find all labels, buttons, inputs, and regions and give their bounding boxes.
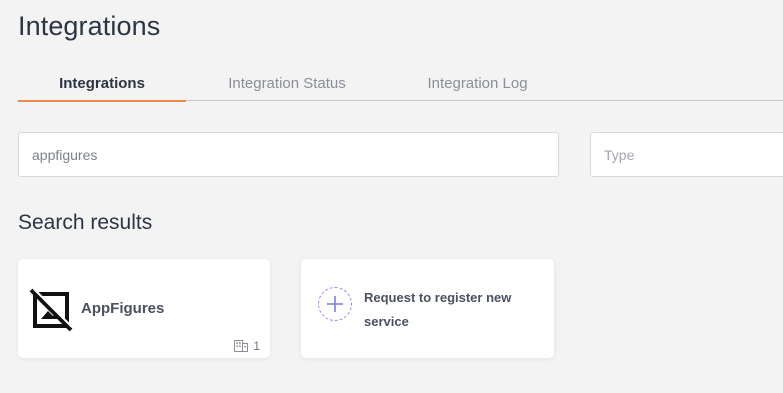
search-input[interactable] bbox=[18, 132, 559, 177]
tab-integration-status[interactable]: Integration Status bbox=[210, 72, 364, 101]
type-filter-input[interactable] bbox=[590, 132, 783, 177]
integration-card-appfigures[interactable]: AppFigures 1 bbox=[18, 259, 270, 358]
tab-bar: Integrations Integration Status Integrat… bbox=[18, 72, 783, 102]
request-new-service-label: Request to register new service bbox=[364, 290, 512, 329]
plus-circle bbox=[318, 287, 352, 321]
page-title: Integrations bbox=[18, 11, 161, 41]
plus-icon bbox=[327, 296, 343, 312]
request-new-service-card[interactable]: Request to register new service bbox=[301, 259, 554, 358]
search-results-heading: Search results bbox=[18, 211, 153, 234]
tab-integrations[interactable]: Integrations bbox=[18, 72, 186, 102]
integrations-page: Integrations Integrations Integration St… bbox=[0, 0, 783, 393]
organization-count: 1 bbox=[234, 339, 260, 353]
tab-integration-log[interactable]: Integration Log bbox=[410, 72, 545, 101]
building-icon bbox=[234, 340, 249, 352]
organization-count-value: 1 bbox=[253, 339, 260, 353]
image-unavailable-icon bbox=[29, 288, 73, 332]
integration-name: AppFigures bbox=[81, 300, 165, 317]
